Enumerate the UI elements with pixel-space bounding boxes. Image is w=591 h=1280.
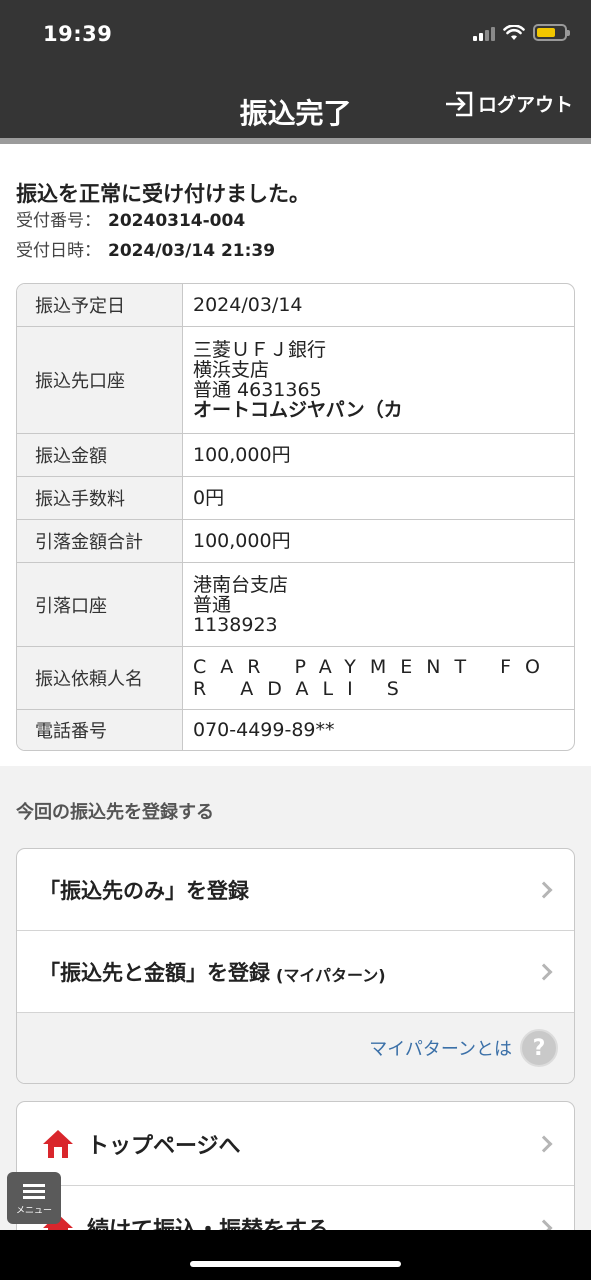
top-page-label: トップページへ	[87, 1133, 241, 1159]
table-row: 振込予定日 2024/03/14	[17, 284, 574, 327]
register-card: 「振込先のみ」を登録 「振込先と金額」を登録 (マイパターン) マイパターンとは…	[16, 848, 575, 1084]
table-row: 振込手数料 0円	[17, 477, 574, 520]
status-time: 19:39	[43, 22, 113, 46]
bottom-bar	[0, 1230, 591, 1280]
top-page-button[interactable]: トップページへ	[17, 1102, 574, 1186]
amount-value: 100,000円	[193, 444, 291, 466]
logout-icon	[445, 91, 473, 116]
table-row: 引落口座 港南台支店 普通 1138923	[17, 563, 574, 647]
register-payee-amount-label: 「振込先と金額」を登録	[39, 960, 270, 985]
help-icon[interactable]: ?	[520, 1029, 558, 1067]
fee-label: 振込手数料	[17, 477, 183, 519]
scheduled-date-value: 2024/03/14	[193, 294, 303, 316]
scheduled-date-label: 振込予定日	[17, 284, 183, 326]
completion-message: 振込を正常に受け付けました。	[16, 182, 310, 206]
wifi-icon	[503, 24, 525, 40]
debit-account-label: 引落口座	[17, 563, 183, 646]
register-payee-only-button[interactable]: 「振込先のみ」を登録	[17, 849, 574, 931]
status-icons	[473, 24, 570, 41]
chevron-right-icon	[535, 963, 553, 980]
phone-label: 電話番号	[17, 710, 183, 750]
table-row: 電話番号 070-4499-89**	[17, 710, 574, 750]
my-pattern-note: (マイパターン)	[276, 965, 386, 985]
transfer-details-table: 振込予定日 2024/03/14 振込先口座 三菱ＵＦＪ銀行 横浜支店 普通 4…	[16, 283, 575, 751]
chevron-right-icon	[535, 1135, 553, 1152]
table-row: 振込金額 100,000円	[17, 434, 574, 477]
home-indicator[interactable]	[190, 1261, 401, 1267]
table-row: 引落金額合計 100,000円	[17, 520, 574, 563]
requester-value: CAR PAYMENT FOR ADALI S	[193, 656, 555, 700]
receipt-time: 受付日時： 2024/03/14 21:39	[16, 236, 275, 261]
phone-value: 070-4499-89**	[193, 719, 335, 741]
receipt-number: 受付番号： 20240314-004	[16, 206, 245, 231]
payee-branch: 横浜支店	[193, 359, 270, 381]
menu-button[interactable]: メニュー	[7, 1172, 61, 1224]
receipt-number-value: 20240314-004	[108, 211, 246, 231]
payee-name: オートコムジヤパン（カ	[193, 399, 403, 421]
menu-icon	[23, 1181, 45, 1202]
table-row: 振込先口座 三菱ＵＦＪ銀行 横浜支店 普通 4631365 オートコムジヤパン（…	[17, 327, 574, 434]
register-payee-only-label: 「振込先のみ」を登録	[39, 878, 249, 903]
table-row: 振込依頼人名 CAR PAYMENT FOR ADALI S	[17, 647, 574, 710]
payee-account-label: 振込先口座	[17, 327, 183, 433]
menu-label: メニュー	[15, 1205, 52, 1216]
battery-icon	[533, 24, 570, 41]
home-icon	[43, 1130, 73, 1158]
amount-label: 振込金額	[17, 434, 183, 476]
logout-label: ログアウト	[477, 94, 573, 116]
fee-value: 0円	[193, 487, 225, 509]
debit-type: 普通	[193, 593, 232, 616]
debit-number: 1138923	[193, 613, 278, 636]
total-value: 100,000円	[193, 530, 291, 552]
receipt-panel: 振込を正常に受け付けました。 受付番号： 20240314-004 受付日時： …	[0, 144, 591, 766]
help-row: マイパターンとは ?	[17, 1013, 574, 1083]
register-section-label: 今回の振込先を登録する	[16, 802, 214, 823]
navigation-card: トップページへ 続けて振込・振替をする	[16, 1101, 575, 1241]
receipt-number-label: 受付番号：	[16, 211, 101, 231]
payee-bank: 三菱ＵＦＪ銀行	[193, 339, 327, 361]
total-label: 引落金額合計	[17, 520, 183, 562]
my-pattern-help-link[interactable]: マイパターンとは	[369, 1035, 512, 1061]
header-bar: 19:39 振込完了 ログアウト	[0, 0, 591, 140]
chevron-right-icon	[535, 881, 553, 898]
payee-account-number: 普通 4631365	[193, 379, 322, 401]
signal-icon	[473, 25, 495, 41]
register-payee-amount-button[interactable]: 「振込先と金額」を登録 (マイパターン)	[17, 931, 574, 1013]
requester-label: 振込依頼人名	[17, 647, 183, 709]
logout-button[interactable]: ログアウト	[444, 90, 573, 117]
receipt-time-value: 2024/03/14 21:39	[108, 241, 276, 261]
receipt-time-label: 受付日時：	[16, 241, 101, 261]
debit-branch: 港南台支店	[193, 573, 289, 596]
